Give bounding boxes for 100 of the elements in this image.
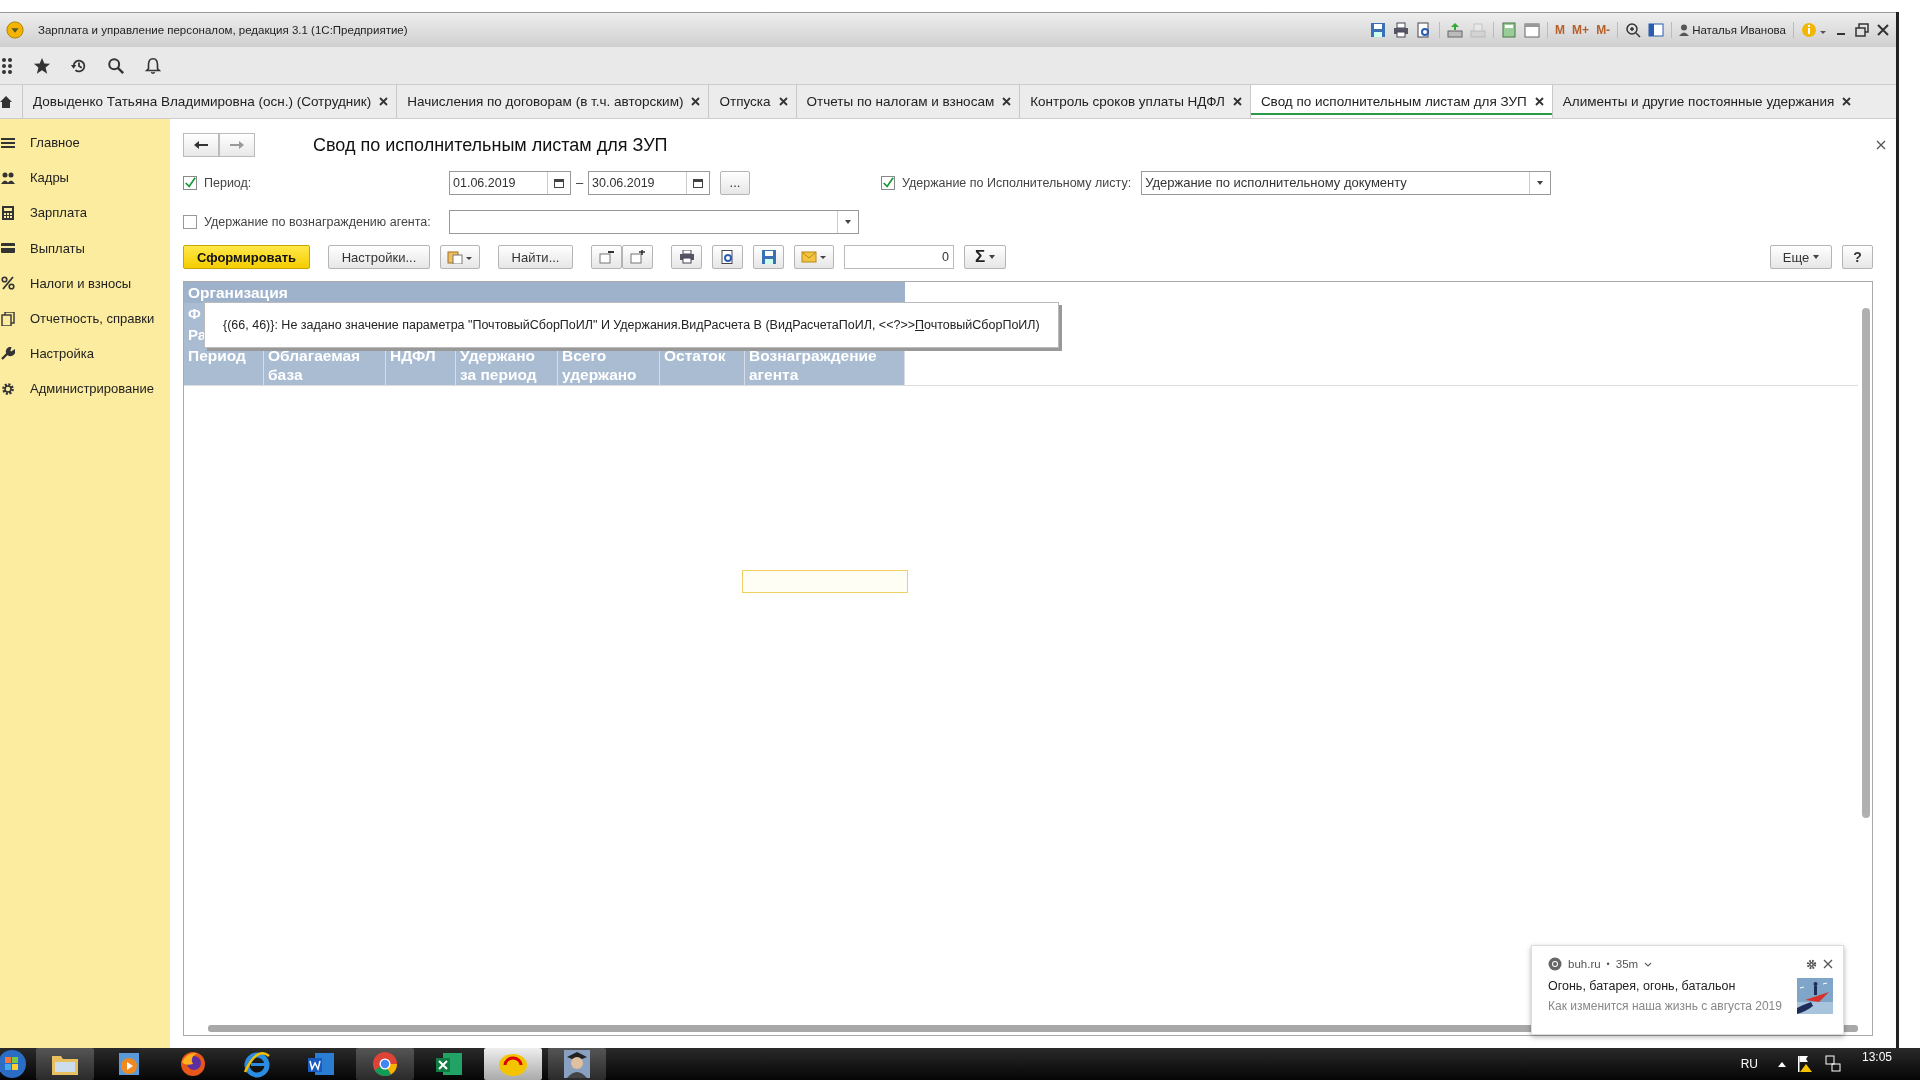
dash: – bbox=[574, 175, 585, 190]
browser-e-icon[interactable] bbox=[243, 1050, 271, 1078]
calculator-icon[interactable] bbox=[1501, 22, 1518, 38]
find-button[interactable]: Найти... bbox=[498, 245, 573, 269]
home-icon[interactable] bbox=[0, 94, 12, 109]
close-icon[interactable] bbox=[778, 97, 788, 106]
mail-dropdown-button[interactable] bbox=[794, 245, 834, 269]
date-field[interactable]: 01.06.2019 bbox=[449, 170, 571, 195]
tab[interactable]: Контроль сроков уплаты НДФЛ bbox=[1019, 85, 1250, 118]
dropdown-icon[interactable] bbox=[845, 219, 851, 224]
scrollbar-thumb[interactable] bbox=[1862, 308, 1870, 818]
preview-icon bbox=[720, 250, 735, 264]
print-button[interactable] bbox=[671, 245, 702, 269]
user-name[interactable]: Наталья Иванова bbox=[1692, 24, 1786, 36]
tray-icon[interactable] bbox=[1447, 22, 1464, 38]
close-icon[interactable] bbox=[1232, 97, 1242, 106]
mail-dropdown-icon bbox=[801, 251, 827, 263]
help-button[interactable]: ? bbox=[1842, 245, 1873, 269]
info-icon[interactable] bbox=[1801, 22, 1827, 38]
more-button[interactable]: Еще bbox=[1770, 245, 1832, 269]
star-icon[interactable] bbox=[33, 56, 51, 75]
selected-cell[interactable] bbox=[742, 570, 908, 593]
preview-button[interactable] bbox=[712, 245, 743, 269]
tab[interactable]: Отпуска bbox=[708, 85, 796, 118]
flag-warning-icon[interactable] bbox=[1795, 1055, 1814, 1073]
arrow-right-icon bbox=[229, 140, 245, 150]
number-field[interactable]: 0 bbox=[844, 245, 954, 269]
settings-icon[interactable] bbox=[1806, 958, 1817, 970]
network-icon[interactable] bbox=[1823, 1055, 1842, 1073]
close-icon[interactable] bbox=[1876, 23, 1890, 37]
wrench-icon bbox=[1, 346, 15, 361]
tab[interactable]: Начисления по договорам (в т.ч. авторским) bbox=[396, 85, 709, 118]
notification[interactable]: buh.ru • 35m Огонь, батарея, огонь, батальон Как изменится наша жизнь с августа 2019 bbox=[1531, 945, 1844, 1035]
sidebar-item[interactable]: Налоги и взносы bbox=[0, 265, 170, 301]
search-icon[interactable] bbox=[107, 56, 125, 75]
tab[interactable]: Алименты и другие постоянные удержания bbox=[1551, 85, 1860, 118]
save-button[interactable] bbox=[753, 245, 784, 269]
form-title: Свод по исполнительным листам для ЗУП bbox=[313, 134, 668, 156]
checkbox[interactable] bbox=[183, 214, 197, 229]
media-player-icon[interactable] bbox=[116, 1051, 142, 1077]
sidebar-item[interactable]: Администрирование bbox=[0, 371, 170, 407]
bell-icon[interactable] bbox=[144, 56, 162, 75]
word-icon[interactable] bbox=[307, 1051, 335, 1077]
notification-age: 35m bbox=[1615, 958, 1639, 970]
apps-grid-icon[interactable] bbox=[2, 56, 14, 75]
notification-source: buh.ru bbox=[1568, 958, 1601, 970]
settings-button[interactable]: Настройки... bbox=[328, 245, 430, 269]
print-icon[interactable] bbox=[1393, 22, 1410, 38]
close-icon[interactable] bbox=[691, 97, 701, 106]
sidebar-item[interactable]: Отчетность, справки bbox=[0, 300, 170, 337]
menu-caret-icon[interactable] bbox=[6, 21, 24, 39]
collapse-button[interactable] bbox=[591, 245, 622, 269]
select-field[interactable] bbox=[449, 209, 859, 234]
chevron-icon[interactable] bbox=[1644, 961, 1653, 967]
sidebar-item[interactable]: Выплаты bbox=[0, 230, 170, 266]
dropdown-icon[interactable] bbox=[1537, 180, 1544, 185]
error-tooltip: {(66, 46)}: Не задано значение параметра "ПочтовыйСборПоИЛ" И Удержания.ВидРасчета В (ВидРасчетаПоИЛ, <<?>>ПочтовыйСборПоИЛ) bbox=[204, 302, 1059, 348]
close-icon[interactable] bbox=[1823, 959, 1833, 969]
tab[interactable]: Отчеты по налогам и взносам bbox=[795, 85, 1020, 118]
checkbox[interactable] bbox=[881, 175, 895, 190]
person-icon[interactable] bbox=[564, 1050, 590, 1078]
firefox-icon[interactable] bbox=[179, 1050, 207, 1078]
menu-icon bbox=[1, 135, 15, 150]
choose-period-button[interactable]: ... bbox=[720, 170, 750, 195]
sidebar-item[interactable]: Главное bbox=[0, 125, 170, 161]
sidebar-item[interactable]: Кадры bbox=[0, 160, 170, 196]
arrow-left-icon bbox=[193, 140, 209, 150]
window-title: Зарплата и управление персоналом, редакция 3.1 (1С:Предприятие) bbox=[38, 24, 408, 36]
save-icon[interactable] bbox=[1370, 22, 1387, 38]
generate-button[interactable]: Сформировать bbox=[183, 245, 310, 269]
select-field[interactable]: Удержание по исполнительному документу bbox=[1141, 170, 1552, 195]
clock[interactable]: 13:05 bbox=[1861, 1048, 1892, 1064]
calendar-icon[interactable] bbox=[693, 177, 703, 188]
back-button[interactable] bbox=[183, 133, 219, 157]
tab[interactable]: Довыденко Татьяна Владимировна (осн.) (Сотрудник) bbox=[22, 85, 397, 118]
caret-icon bbox=[1813, 255, 1820, 259]
language-indicator[interactable]: RU bbox=[1740, 1057, 1758, 1071]
close-icon[interactable] bbox=[1842, 97, 1852, 106]
sidebar-item[interactable]: Зарплата bbox=[0, 195, 170, 231]
close-icon[interactable] bbox=[1876, 140, 1886, 150]
calendar-icon[interactable] bbox=[554, 177, 564, 188]
panel-icon[interactable] bbox=[1648, 22, 1665, 38]
expand-button[interactable] bbox=[622, 245, 653, 269]
tray-arrow-icon[interactable] bbox=[1777, 1061, 1786, 1067]
excel-icon[interactable] bbox=[435, 1051, 463, 1077]
app-icon[interactable] bbox=[498, 1051, 528, 1077]
notification-text: Как изменится наша жизнь с августа 2019 bbox=[1548, 999, 1783, 1013]
checkbox[interactable] bbox=[183, 175, 197, 190]
bullet: • bbox=[1606, 959, 1610, 969]
close-icon[interactable] bbox=[379, 97, 389, 106]
sidebar-item[interactable]: Настройка bbox=[0, 336, 170, 372]
sum-dropdown-button[interactable]: Σ bbox=[964, 245, 1006, 269]
restore-icon[interactable] bbox=[1855, 23, 1869, 37]
field-label: Период: bbox=[204, 175, 252, 190]
close-icon[interactable] bbox=[1534, 97, 1544, 106]
tab[interactable]: Свод по исполнительным листам для ЗУП bbox=[1249, 85, 1552, 118]
zoom-in-icon[interactable] bbox=[1625, 22, 1642, 38]
date-field[interactable]: 30.06.2019 bbox=[588, 170, 710, 195]
close-icon[interactable] bbox=[1002, 97, 1012, 106]
copy-dropdown-button[interactable] bbox=[440, 245, 480, 269]
